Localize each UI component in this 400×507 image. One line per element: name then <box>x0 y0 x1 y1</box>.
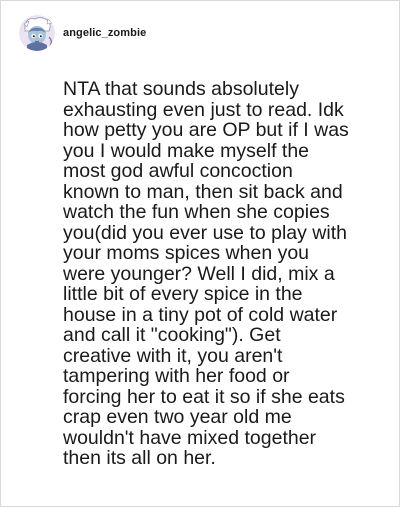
anime-girl-avatar-icon <box>19 15 55 51</box>
avatar[interactable] <box>19 15 55 51</box>
comment-text: NTA that sounds absolutely exhausting ev… <box>63 78 349 469</box>
comment-card: angelic_zombie NTA that sounds absolutel… <box>0 0 400 507</box>
username[interactable]: angelic_zombie <box>63 27 146 39</box>
comment-header: angelic_zombie <box>19 15 146 51</box>
